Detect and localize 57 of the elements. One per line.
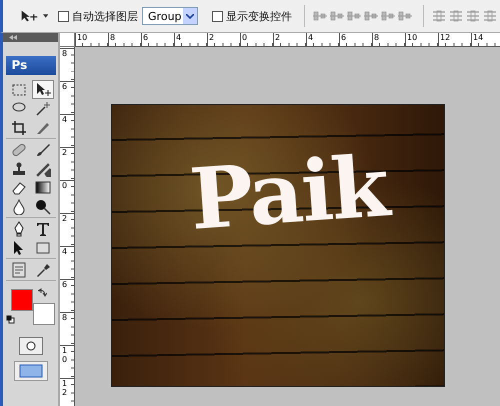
ruler-label: 10	[407, 33, 418, 42]
ruler-label: 4	[62, 115, 68, 124]
auto-select-label: 自动选择图层	[72, 8, 138, 24]
ruler-label: 4	[308, 33, 314, 42]
ruler-label: 12	[62, 379, 68, 397]
drop-icon	[10, 198, 26, 214]
ruler-label: 8	[374, 33, 380, 42]
canvas-text: Paik	[187, 140, 390, 246]
window-icon	[18, 364, 42, 378]
ruler-label: 8	[110, 33, 116, 42]
rectangle-icon	[34, 240, 50, 256]
move-tool-icon[interactable]	[19, 8, 39, 24]
background-color-swatch[interactable]	[32, 303, 54, 325]
ruler-label: 8	[62, 313, 68, 322]
ruler-label: 6	[143, 33, 148, 42]
ruler-label: 14	[473, 33, 484, 42]
caret-icon[interactable]	[42, 14, 48, 18]
auto-select-checkbox[interactable]	[58, 10, 70, 22]
ruler-label: 8	[62, 49, 68, 58]
ruler-label: 2	[62, 148, 68, 157]
ruler-label: 6	[341, 33, 346, 42]
magic-wand-icon	[34, 100, 50, 116]
ruler-label: 6	[62, 82, 68, 91]
move-tool[interactable]	[32, 80, 54, 99]
ps-logo: Ps	[6, 56, 56, 75]
brush-icon	[34, 142, 50, 158]
marquee-icon	[10, 82, 26, 98]
layer-group-dropdown[interactable]: Group	[142, 7, 198, 25]
caret-icon[interactable]	[186, 14, 194, 18]
ruler-label: 10	[77, 33, 88, 42]
gradient-icon	[34, 180, 50, 196]
move-icon	[34, 82, 50, 98]
quick-mask-button[interactable]	[18, 337, 42, 355]
eraser-icon	[10, 180, 26, 196]
ruler-label: 0	[62, 181, 68, 190]
ruler-label: 4	[176, 33, 182, 42]
stamp-icon	[10, 160, 26, 176]
ruler-label: 10	[62, 346, 68, 364]
ruler-label: 6	[62, 280, 68, 289]
show-transform-checkbox[interactable]	[212, 10, 224, 22]
show-transform-label: 显示变换控件	[226, 8, 292, 24]
screen-mode-button[interactable]	[14, 361, 48, 381]
ruler-label: 4	[62, 247, 68, 256]
ruler-label: 2	[275, 33, 280, 42]
default-colors-icon[interactable]	[6, 315, 14, 324]
swap-arrows-icon[interactable]	[38, 288, 46, 297]
note-icon	[10, 262, 26, 278]
ruler-label: 2	[62, 214, 68, 223]
ruler-label: 0	[242, 33, 248, 42]
crop-icon	[10, 120, 26, 136]
ruler-label: 2	[209, 33, 214, 42]
foreground-color-swatch[interactable]	[10, 289, 32, 311]
circle-icon	[24, 341, 38, 351]
eyedropper-icon	[34, 262, 50, 278]
type-icon	[34, 220, 50, 236]
ruler-label: 12	[440, 33, 450, 42]
collapse-icon[interactable]	[9, 35, 17, 40]
